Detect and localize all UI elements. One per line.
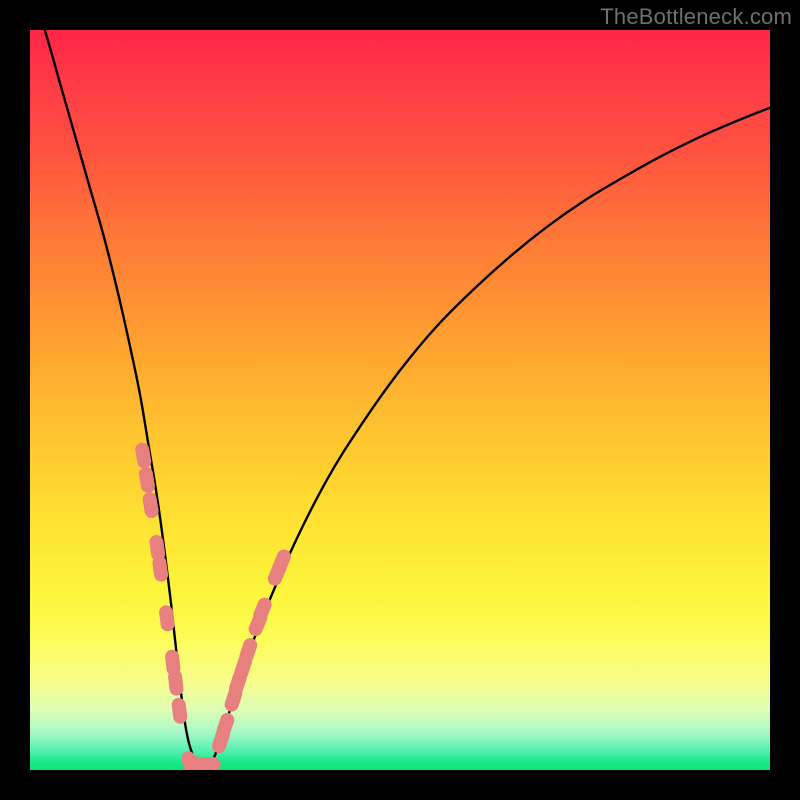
pink-marker — [167, 669, 184, 696]
pink-marker — [195, 757, 221, 770]
pink-marker — [171, 697, 188, 725]
bottleneck-curve — [30, 30, 770, 768]
pink-marker — [158, 605, 175, 633]
watermark-text: TheBottleneck.com — [600, 4, 792, 30]
pink-marker-group — [134, 442, 293, 770]
chart-svg — [30, 30, 770, 770]
plot-area — [30, 30, 770, 770]
outer-frame: TheBottleneck.com — [0, 0, 800, 800]
